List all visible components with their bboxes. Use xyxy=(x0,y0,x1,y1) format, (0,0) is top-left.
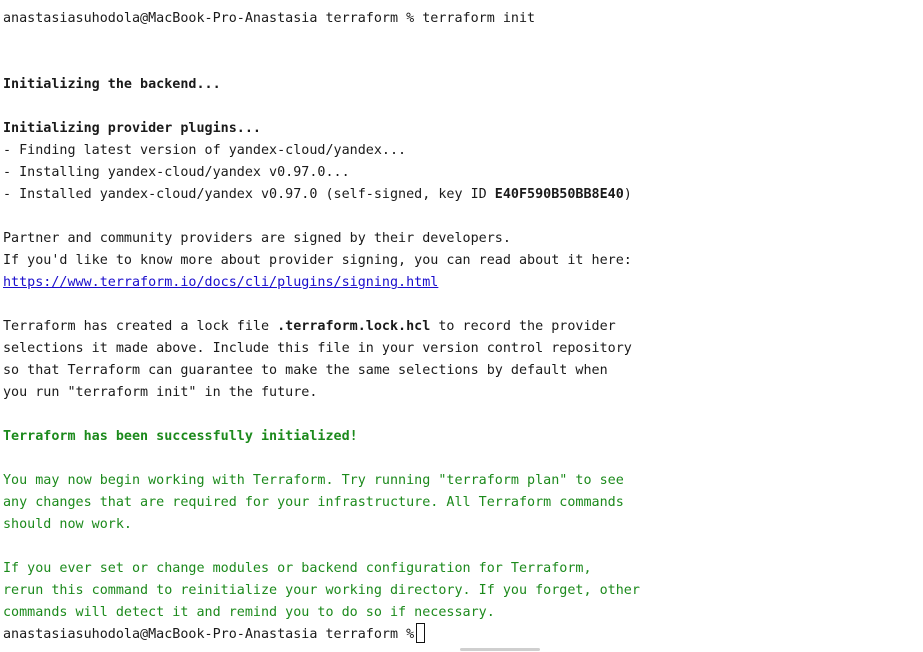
prompt-directory: terraform xyxy=(325,627,399,642)
entered-command: terraform init xyxy=(422,11,536,26)
command-prompt-line: anastasiasuhodola@MacBook-Pro-Anastasia … xyxy=(3,8,535,30)
terminal-window[interactable]: anastasiasuhodola@MacBook-Pro-Anastasia … xyxy=(0,0,923,652)
lock-file-line-4: you run "terraform init" in the future. xyxy=(3,385,318,400)
text-cursor[interactable] xyxy=(416,623,426,643)
installing-provider-line: - Installing yandex-cloud/yandex v0.97.0… xyxy=(3,165,350,180)
modules-info-line-2: rerun this command to reinitialize your … xyxy=(3,583,640,598)
installed-provider-line: - Installed yandex-cloud/yandex v0.97.0 … xyxy=(3,184,632,206)
modules-info-line-3: commands will detect it and remind you t… xyxy=(3,605,495,620)
prompt-symbol: % xyxy=(406,627,415,642)
lock-line-suffix: to record the provider xyxy=(430,319,616,334)
prompt-symbol: % xyxy=(406,11,415,26)
horizontal-scrollbar[interactable] xyxy=(460,648,540,651)
begin-working-line-1: You may now begin working with Terraform… xyxy=(3,473,624,488)
prompt-user-host: anastasiasuhodola@MacBook-Pro-Anastasia xyxy=(3,11,318,26)
lock-file-line-2: selections it made above. Include this f… xyxy=(3,341,632,356)
partner-info-line-1: Partner and community providers are sign… xyxy=(3,231,511,246)
lock-line-prefix: Terraform has created a lock file xyxy=(3,319,278,334)
backend-heading: Initializing the backend... xyxy=(3,77,221,92)
provider-key-id: E40F590B50BB8E40 xyxy=(494,187,624,202)
lock-file-line-3: so that Terraform can guarantee to make … xyxy=(3,363,608,378)
partner-info-line-2: If you'd like to know more about provide… xyxy=(3,253,632,268)
current-prompt-line[interactable]: anastasiasuhodola@MacBook-Pro-Anastasia … xyxy=(3,623,426,646)
finding-provider-line: - Finding latest version of yandex-cloud… xyxy=(3,143,407,158)
provider-plugins-heading: Initializing provider plugins... xyxy=(3,121,261,136)
installed-prefix: - Installed yandex-cloud/yandex v0.97.0 … xyxy=(3,187,495,202)
begin-working-line-3: should now work. xyxy=(3,517,132,532)
installed-suffix: ) xyxy=(623,187,632,202)
prompt-user-host: anastasiasuhodola@MacBook-Pro-Anastasia xyxy=(3,627,318,642)
modules-info-line-1: If you ever set or change modules or bac… xyxy=(3,561,592,576)
begin-working-line-2: any changes that are required for your i… xyxy=(3,495,624,510)
lock-file-line-1: Terraform has created a lock file .terra… xyxy=(3,316,616,338)
success-message: Terraform has been successfully initiali… xyxy=(3,429,358,444)
lock-file-name: .terraform.lock.hcl xyxy=(277,319,431,334)
prompt-directory: terraform xyxy=(325,11,399,26)
signing-docs-link[interactable]: https://www.terraform.io/docs/cli/plugin… xyxy=(3,272,438,294)
